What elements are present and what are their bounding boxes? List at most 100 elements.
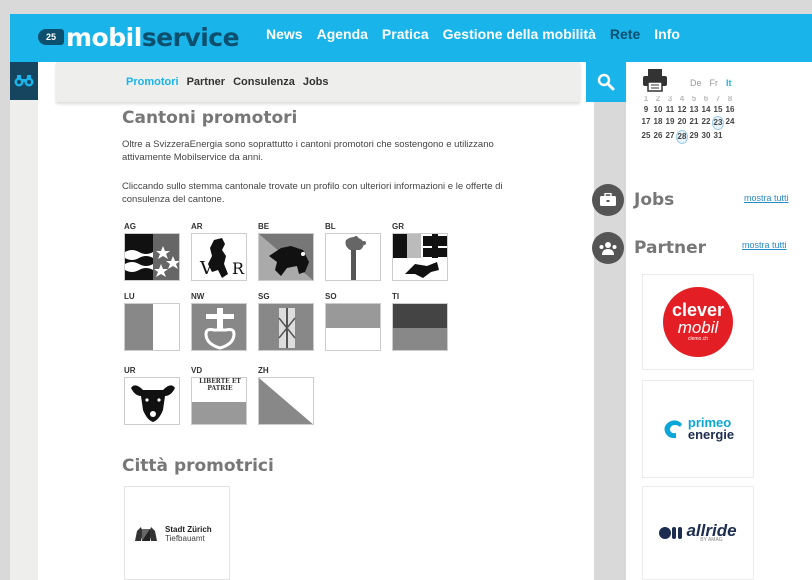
partner-card-clevermobil[interactable]: clever mobil clemo.ch (642, 274, 754, 370)
jobs-show-all-link[interactable]: mostra tutti (744, 193, 789, 203)
canton-ag[interactable]: AG (124, 222, 180, 281)
canton-zh-coat-of-arms (258, 377, 314, 425)
canton-be[interactable]: BE (258, 222, 314, 281)
calendar-day[interactable]: 14 (700, 104, 712, 116)
calendar-day[interactable]: 29 (688, 130, 700, 144)
allride-logo: allride BY AMAG (659, 520, 737, 543)
printer-icon (643, 69, 667, 92)
lang-de[interactable]: De (690, 78, 702, 88)
calendar-day[interactable]: 15 (712, 104, 724, 116)
jobs-title: Jobs (634, 190, 675, 210)
subnav-item-partner[interactable]: Partner (187, 76, 226, 88)
calendar-day[interactable]: 31 (712, 130, 724, 144)
subnav-item-consulenza[interactable]: Consulenza (233, 76, 295, 88)
calendar-day[interactable]: 9 (640, 104, 652, 116)
nav-item-news[interactable]: News (266, 26, 303, 42)
logo-text-service: service (141, 22, 240, 52)
calendar-day[interactable]: 5 (688, 96, 700, 104)
canton-nw[interactable]: NW (191, 292, 247, 351)
calendar-day[interactable]: 27 (664, 130, 676, 144)
subnav-item-jobs[interactable]: Jobs (303, 76, 329, 88)
canton-so[interactable]: SO (325, 292, 381, 351)
intro-text: Oltre a SvizzeraEnergia sono soprattutto… (122, 139, 494, 163)
canton-vd[interactable]: VD LIBERTÉ ET PATRIE (191, 366, 247, 425)
canton-code: BL (325, 222, 336, 231)
calendar-day[interactable]: 13 (688, 104, 700, 116)
city-card-zurich[interactable]: Stadt Zürich Tiefbauamt (124, 486, 230, 580)
canton-code: SG (258, 292, 270, 301)
mini-calendar: 12345678 9 10 11 12 13 14 15 16 17 18 19 20 21 22 23 2… (640, 96, 736, 144)
partner-card-allride[interactable]: allride BY AMAG (642, 486, 754, 580)
canton-zh[interactable]: ZH (258, 366, 314, 425)
partner-show-all-link[interactable]: mostra tutti (742, 240, 787, 250)
calendar-day[interactable]: 21 (688, 116, 700, 130)
canton-ti[interactable]: TI (392, 292, 448, 351)
calendar-day[interactable]: 16 (724, 104, 736, 116)
print-button[interactable] (642, 68, 668, 97)
calendar-day[interactable]: 30 (700, 130, 712, 144)
canton-code: ZH (258, 366, 269, 375)
nav-item-pratica[interactable]: Pratica (382, 26, 429, 42)
jobs-circle (592, 184, 624, 216)
calendar-day[interactable]: 4 (676, 96, 688, 104)
calendar-day[interactable]: 18 (652, 116, 664, 130)
canton-code: SO (325, 292, 337, 301)
calendar-row: 25 26 27 28 29 30 31 (640, 130, 736, 144)
canton-lu[interactable]: LU (124, 292, 180, 351)
calendar-day[interactable]: 12 (676, 104, 688, 116)
nav-item-info[interactable]: Info (654, 26, 680, 42)
partner-card-primeo[interactable]: primeo energie (642, 380, 754, 478)
canton-ur[interactable]: UR (124, 366, 180, 425)
users-icon (599, 242, 617, 255)
canton-code: AG (124, 222, 136, 231)
calendar-day[interactable]: 8 (724, 96, 736, 104)
canton-code: BE (258, 222, 270, 231)
cities-title: Città promotrici (122, 456, 274, 476)
canton-code: NW (191, 292, 205, 301)
canton-ti-coat-of-arms (392, 303, 448, 351)
canton-ar[interactable]: AR V R (191, 222, 247, 281)
calendar-day[interactable]: 7 (712, 96, 724, 104)
canton-gr-coat-of-arms (392, 233, 448, 281)
canton-code: LU (124, 292, 135, 301)
calendar-day[interactable]: 10 (652, 104, 664, 116)
calendar-row: 9 10 11 12 13 14 15 16 (640, 104, 736, 116)
site-logo[interactable]: 25 mobil service (38, 20, 240, 54)
nav-item-rete[interactable]: Rete (610, 26, 640, 42)
canton-sg-coat-of-arms (258, 303, 314, 351)
page-title: Cantoni promotori (122, 108, 298, 128)
calendar-day[interactable]: 1 (640, 96, 652, 104)
main-nav: News Agenda Pratica Gestione della mobil… (266, 26, 680, 42)
subnav-item-promotori[interactable]: Promotori (126, 76, 179, 88)
language-switcher: De Fr It (690, 78, 732, 88)
calendar-day[interactable]: 22 (700, 116, 712, 130)
search-button[interactable] (586, 62, 626, 102)
partner-heading: Partner (592, 232, 706, 264)
vd-motto: LIBERTÉ ET PATRIE (199, 378, 241, 392)
calendar-day[interactable]: 6 (700, 96, 712, 104)
nav-item-gestione[interactable]: Gestione della mobilità (443, 26, 596, 42)
canton-sg[interactable]: SG (258, 292, 314, 351)
nav-item-agenda[interactable]: Agenda (317, 26, 368, 42)
calendar-day[interactable]: 25 (640, 130, 652, 144)
city-name: Stadt Zürich (165, 525, 212, 534)
calendar-day-highlighted[interactable]: 28 (676, 130, 688, 144)
calendar-day[interactable]: 3 (664, 96, 676, 104)
briefcase-icon (600, 193, 616, 206)
calendar-day[interactable]: 2 (652, 96, 664, 104)
partner-name: allride (686, 520, 737, 540)
calendar-day[interactable]: 24 (724, 116, 736, 130)
lang-fr[interactable]: Fr (710, 78, 719, 88)
calendar-day-highlighted[interactable]: 23 (712, 116, 724, 130)
calendar-day[interactable]: 11 (664, 104, 676, 116)
lang-it[interactable]: It (726, 78, 732, 88)
jobs-heading: Jobs (592, 184, 674, 216)
calendar-day[interactable]: 17 (640, 116, 652, 130)
calendar-day[interactable]: 19 (664, 116, 676, 130)
calendar-day[interactable]: 20 (676, 116, 688, 130)
canton-gr[interactable]: GR (392, 222, 448, 281)
canton-bl[interactable]: BL (325, 222, 381, 281)
logo-text-mobil: mobil (66, 22, 142, 52)
binoculars-button[interactable] (10, 62, 38, 100)
calendar-day[interactable]: 26 (652, 130, 664, 144)
